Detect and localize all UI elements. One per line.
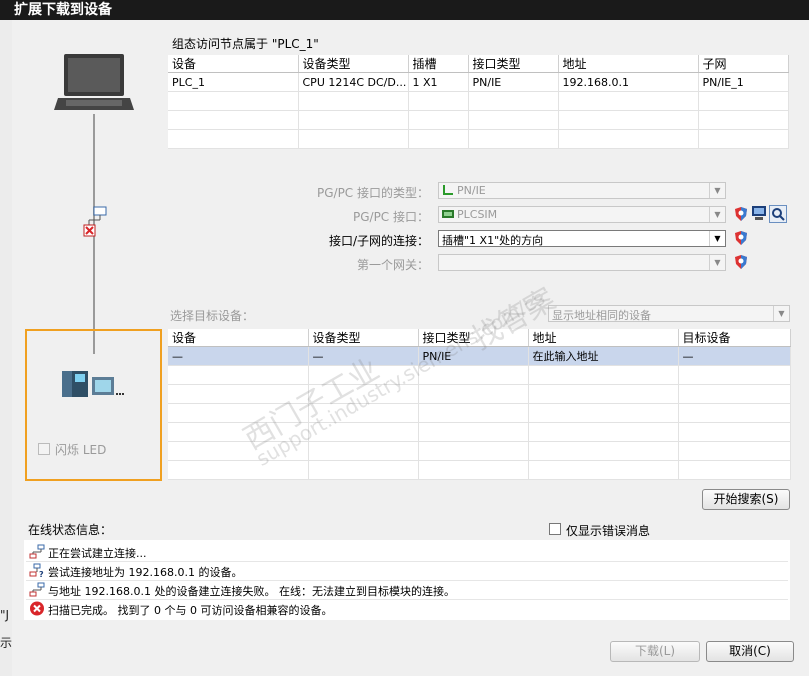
col-slot[interactable]: 插槽 (408, 55, 469, 73)
status-message-text: 正在尝试建立连接... (48, 547, 147, 560)
cell-device-type: — (308, 346, 419, 366)
col-device-type[interactable]: 设备类型 (298, 55, 409, 73)
start-search-button[interactable]: 开始搜索(S) (702, 489, 790, 510)
pgpc-type-value: PN/IE (457, 184, 486, 197)
empty-row (168, 365, 791, 385)
chevron-down-icon: ▼ (709, 183, 725, 198)
col-device[interactable]: 设备 (168, 329, 309, 347)
errors-only-checkbox[interactable] (549, 523, 561, 535)
pgpc-interface-label: PG/PC 接口： (352, 210, 429, 224)
diagnostics-icon[interactable] (769, 205, 787, 223)
laptop-icon (54, 54, 134, 110)
list-item[interactable]: 正在尝试建立连接... (26, 542, 788, 562)
cell-slot: 1 X1 (408, 72, 469, 92)
empty-row (168, 422, 791, 442)
network-card-icon (442, 210, 454, 218)
errors-only-label: 仅显示错误消息 (566, 524, 651, 538)
status-message-list: 正在尝试建立连接... ? 尝试连接地址为 192.168.0.1 的设备。 与… (24, 540, 790, 620)
first-gateway-label: 第一个网关： (356, 258, 429, 272)
cell-address-input[interactable]: 在此输入地址 (528, 346, 679, 366)
empty-row (168, 384, 791, 404)
col-interface-type[interactable]: 接口类型 (418, 329, 529, 347)
first-gateway-select[interactable]: ▼ (438, 254, 726, 271)
cell-interface-type: PN/IE (418, 346, 529, 366)
error-icon (30, 601, 44, 616)
status-message-text: 尝试连接地址为 192.168.0.1 的设备。 (48, 566, 243, 579)
chevron-down-icon: ▼ (709, 231, 725, 246)
cell-target-device: — (678, 346, 791, 366)
background-text-2: 示 (0, 636, 13, 650)
col-device-type[interactable]: 设备类型 (308, 329, 419, 347)
shield-icon[interactable] (734, 254, 748, 270)
cancel-button[interactable]: 取消(C) (706, 641, 794, 662)
pgpc-type-select[interactable]: PN/IE ▼ (438, 182, 726, 199)
network-question-icon: ? (29, 563, 44, 578)
status-message-text: 扫描已完成。 找到了 0 个与 0 可访问设备相兼容的设备。 (48, 604, 333, 617)
pgpc-interface-select[interactable]: PLCSIM ▼ (438, 206, 726, 223)
access-node-header: 组态访问节点属于 "PLC_1" (172, 37, 319, 51)
background-window-strip: "J 示 (0, 20, 12, 676)
list-item[interactable]: 与地址 192.168.0.1 处的设备建立连接失败。 在线：无法建立到目标模块… (26, 580, 788, 600)
target-device-panel: 闪烁 LED (25, 329, 162, 481)
chevron-down-icon: ▼ (709, 255, 725, 270)
interface-properties-icon[interactable] (751, 205, 767, 221)
flash-led-checkbox[interactable] (38, 443, 50, 455)
subnet-connection-select[interactable]: 插槽"1 X1"处的方向 ▼ (438, 230, 726, 247)
subnet-connection-value: 插槽"1 X1"处的方向 (442, 234, 544, 247)
shield-icon[interactable] (734, 230, 748, 246)
window-title: 扩展下载到设备 (0, 0, 809, 20)
cell-device: — (168, 346, 309, 366)
cell-device: PLC_1 (168, 72, 299, 92)
empty-row (168, 460, 791, 480)
extended-download-dialog: 闪烁 LED 组态访问节点属于 "PLC_1" 设备 设备类型 插槽 接口类型 … (12, 20, 809, 676)
connection-failed-icon (83, 206, 107, 237)
empty-row (168, 403, 791, 423)
empty-row (168, 91, 789, 111)
status-title: 在线状态信息： (28, 523, 113, 537)
list-item[interactable]: ? 尝试连接地址为 192.168.0.1 的设备。 (26, 561, 788, 581)
configured-devices-table: 设备 设备类型 插槽 接口类型 地址 子网 PLC_1 CPU 1214C DC… (168, 55, 789, 149)
network-icon (29, 582, 45, 597)
download-button[interactable]: 下载(L) (610, 641, 700, 662)
cell-address: 192.168.0.1 (558, 72, 699, 92)
target-filter-select[interactable]: 显示地址相同的设备 ▼ (548, 305, 790, 322)
network-icon (29, 544, 45, 559)
shield-icon[interactable] (734, 206, 748, 222)
col-address[interactable]: 地址 (528, 329, 679, 347)
chevron-down-icon: ▼ (773, 306, 789, 321)
col-device[interactable]: 设备 (168, 55, 299, 73)
col-target-device[interactable]: 目标设备 (678, 329, 791, 347)
pgpc-interface-value: PLCSIM (457, 208, 498, 221)
chevron-down-icon: ▼ (709, 207, 725, 222)
pgpc-type-label: PG/PC 接口的类型： (316, 186, 429, 200)
cell-interface-type: PN/IE (468, 72, 559, 92)
target-devices-table: 设备 设备类型 接口类型 地址 目标设备 — — PN/IE 在此输入地址 — (168, 329, 791, 480)
flash-led-label: 闪烁 LED (55, 443, 107, 457)
table-row[interactable]: — — PN/IE 在此输入地址 — (168, 346, 791, 366)
list-item[interactable]: 扫描已完成。 找到了 0 个与 0 可访问设备相兼容的设备。 (26, 599, 788, 618)
subnet-connection-label: 接口/子网的连接： (328, 234, 429, 248)
background-text-1: "J (0, 608, 10, 622)
target-filter-value: 显示地址相同的设备 (552, 309, 651, 322)
select-target-label: 选择目标设备： (170, 309, 255, 323)
svg-text:?: ? (39, 570, 44, 578)
table-row[interactable]: PLC_1 CPU 1214C DC/D... 1 X1 PN/IE 192.1… (168, 72, 789, 92)
col-interface-type[interactable]: 接口类型 (468, 55, 559, 73)
cell-subnet: PN/IE_1 (698, 72, 789, 92)
empty-row (168, 129, 789, 149)
empty-row (168, 110, 789, 130)
status-message-text: 与地址 192.168.0.1 处的设备建立连接失败。 在线：无法建立到目标模块… (48, 585, 455, 598)
cell-device-type: CPU 1214C DC/D... (298, 72, 409, 92)
col-address[interactable]: 地址 (558, 55, 699, 73)
plc-device-icon (62, 371, 124, 397)
col-subnet[interactable]: 子网 (698, 55, 789, 73)
empty-row (168, 441, 791, 461)
ethernet-icon (443, 185, 453, 195)
